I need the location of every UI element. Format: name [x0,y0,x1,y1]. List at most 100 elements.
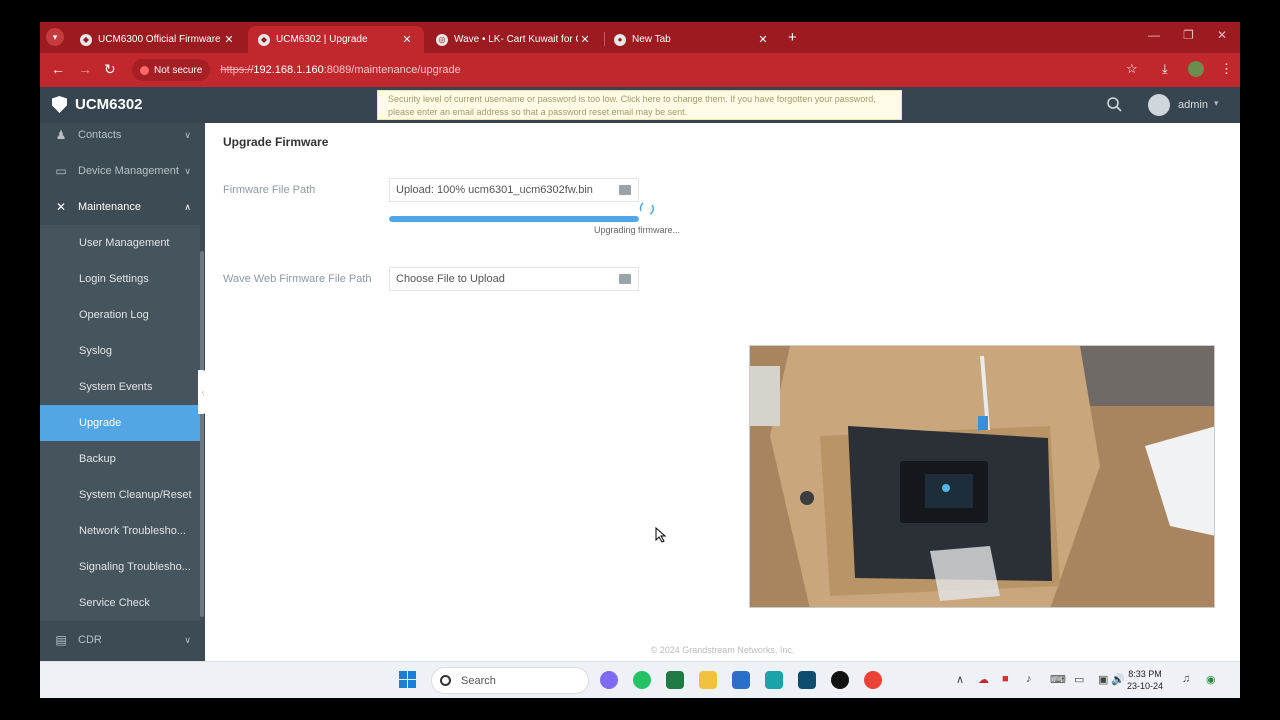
folder-icon[interactable] [619,274,631,284]
sidebar-item-contacts[interactable]: ♟ Contacts ∨ [40,117,205,153]
taskbar-search-box[interactable]: Search [431,667,589,694]
window-close-icon[interactable]: ✕ [1217,28,1227,42]
keyboard-icon[interactable]: ⌨ [1050,673,1066,686]
sidebar-item-label: CDR [78,634,102,646]
copilot-tray-icon[interactable]: ◉ [1206,673,1216,686]
close-tab-icon[interactable]: ✕ [578,33,592,46]
close-tab-icon[interactable]: ✕ [222,33,236,46]
download-icon[interactable]: ⤓ [1162,61,1168,77]
upgrade-status-text: Upgrading firmware... [594,225,681,235]
media-app-icon[interactable] [831,671,849,689]
document-icon: ▤ [55,633,67,647]
back-arrow-icon[interactable]: ← [51,61,65,77]
sidebar-subitem-system-events[interactable]: System Events [40,369,200,405]
url-text[interactable]: https://192.168.1.160:8089/maintenance/u… [220,64,460,76]
reload-icon[interactable]: ↻ [104,61,116,78]
sidebar-item-label: Contacts [78,129,122,141]
tab-label: UCM6302 | Upgrade [276,34,368,45]
page-title: Upgrade Firmware [223,135,329,149]
chevron-up-icon: ∧ [184,201,191,212]
wave-firmware-file-value: Choose File to Upload [396,273,505,285]
tab-new-tab[interactable]: ● New Tab ✕ [604,26,780,53]
not-secure-chip[interactable]: Not secure [132,59,211,81]
notifications-bell-icon[interactable]: ♫ [1182,673,1190,685]
wave-app-icon[interactable] [798,671,816,689]
screen: ▾ ◆ UCM6300 Official Firmware ✕ ◆ UCM630… [40,22,1240,698]
sidebar-subitem-upgrade[interactable]: Upgrade [40,405,200,441]
tab-search-icon[interactable]: ▾ [46,28,64,46]
sidebar-item-maintenance[interactable]: ✕ Maintenance ∧ [40,189,205,225]
sidebar-scrollbar[interactable] [200,251,204,617]
display-icon[interactable]: ▭ [1074,673,1084,686]
upload-progress-fill [389,216,639,222]
new-tab-plus-icon[interactable]: + [788,29,797,46]
close-tab-icon[interactable]: ✕ [756,33,770,46]
app-logo[interactable]: UCM6302 [52,96,143,113]
warning-icon [140,65,149,75]
cloud-sync-icon[interactable]: ☁ [978,673,989,686]
sidebar-subitem-operation-log[interactable]: Operation Log [40,297,200,333]
device-photo-image [750,346,1214,607]
grandstream-app-icon[interactable] [765,671,783,689]
tray-overflow-chevron-icon[interactable]: ∧ [956,673,964,686]
browser-tabstrip: ▾ ◆ UCM6300 Official Firmware ✕ ◆ UCM630… [40,22,1240,53]
profile-avatar-icon[interactable] [1188,61,1204,77]
tab-ucm6300-firmware[interactable]: ◆ UCM6300 Official Firmware ✕ [70,26,246,53]
bookmark-star-icon[interactable]: ☆ [1126,61,1138,77]
sidebar-subitem-signaling-troubleshooting[interactable]: Signaling Troublesho... [40,549,200,585]
mouse-cursor-icon [655,527,667,543]
logo-text: UCM6302 [75,96,143,113]
more-menu-icon[interactable]: ⋮ [1220,61,1233,77]
copilot-app-icon[interactable] [600,671,618,689]
sidebar-subitem-network-troubleshooting[interactable]: Network Troublesho... [40,513,200,549]
device-icon: ▭ [55,164,67,178]
search-icon[interactable] [1106,96,1122,112]
chevron-down-icon: ∨ [184,165,191,176]
sidebar: ♟ Contacts ∨ ▭ Device Management ∨ ✕ Mai… [40,123,205,661]
browser-toolbar: ← → ↻ Not secure https://192.168.1.160:8… [40,53,1240,87]
clock-time: 8:33 PM [1128,669,1162,679]
volume-icon[interactable]: 🔊 [1111,673,1125,686]
sidebar-subitem-login-settings[interactable]: Login Settings [40,261,200,297]
whatsapp-app-icon[interactable] [633,671,651,689]
user-name[interactable]: admin [1178,99,1208,111]
close-tab-icon[interactable]: ✕ [400,33,414,46]
recorder-icon[interactable]: ■ [1002,673,1009,685]
sidebar-item-label: Device Management [78,165,179,177]
sidebar-item-device-management[interactable]: ▭ Device Management ∨ [40,153,205,189]
folder-icon[interactable] [619,185,631,195]
wave-firmware-file-input[interactable]: Choose File to Upload [389,267,639,291]
network-icon[interactable]: ▣ [1098,673,1108,686]
security-notice-banner[interactable]: Security level of current username or pa… [377,90,902,120]
file-explorer-icon[interactable] [699,671,717,689]
user-avatar-icon[interactable] [1148,94,1170,116]
tab-ucm6302-upgrade[interactable]: ◆ UCM6302 | Upgrade ✕ [248,26,424,53]
sidebar-subitem-service-check[interactable]: Service Check [40,585,200,621]
grandstream-logo-icon [52,96,67,113]
system-clock[interactable]: 8:33 PM 23-10-24 [1124,668,1166,692]
windows-start-icon[interactable] [399,671,416,688]
sidebar-item-cdr[interactable]: ▤ CDR ∨ [40,622,205,658]
globe-favicon-icon: ◎ [436,33,448,46]
sidebar-subitem-user-management[interactable]: User Management [40,225,200,261]
restore-icon[interactable]: ❐ [1183,28,1194,42]
chevron-down-icon[interactable]: ▾ [1214,98,1219,109]
excel-app-icon[interactable] [666,671,684,689]
upload-progress-bar [389,216,639,222]
sidebar-subitem-syslog[interactable]: Syslog [40,333,200,369]
url-host: 192.168.1.160 [253,64,324,76]
url-path: :8089/maintenance/upgrade [323,64,461,76]
minimize-icon[interactable]: — [1148,28,1160,42]
tab-wave-cart[interactable]: ◎ Wave • LK- Cart Kuwait for Com ✕ [426,26,602,53]
copyright-footer: © 2024 Grandstream Networks, Inc. [650,645,795,655]
microphone-icon[interactable]: ♪ [1026,673,1032,685]
chrome-app-icon[interactable] [864,671,882,689]
camera-video-overlay [749,345,1215,608]
windows-taskbar: Search ∧ ☁ ■ ♪ ⌨ ▭ ▣ 🔊 8:33 PM 23-10-24 … [40,661,1240,698]
notes-app-icon[interactable] [732,671,750,689]
forward-arrow-icon[interactable]: → [78,61,92,77]
sidebar-subitem-backup[interactable]: Backup [40,441,200,477]
firmware-file-input[interactable]: Upload: 100% ucm6301_ucm6302fw.bin [389,178,639,202]
sidebar-subitem-system-cleanup-reset[interactable]: System Cleanup/Reset [40,477,200,513]
address-bar[interactable]: Not secure https://192.168.1.160:8089/ma… [132,58,1132,82]
